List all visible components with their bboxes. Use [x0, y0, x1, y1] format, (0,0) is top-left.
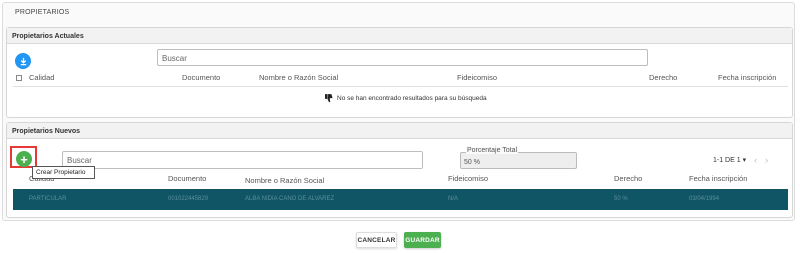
cell-documento: 001022445829	[168, 196, 209, 202]
page-title: PROPIETARIOS	[15, 9, 70, 16]
cancel-button[interactable]: CANCELAR	[356, 232, 397, 248]
page-range-select[interactable]: 1-1 DE 1 ▾	[713, 156, 746, 164]
cell-fecha: 03/04/1994	[689, 196, 720, 202]
percentage-value: 50 %	[464, 159, 480, 166]
empty-state: No se han encontrado resultados para su …	[325, 94, 487, 103]
plus-icon: +	[20, 151, 28, 167]
table-row[interactable]: PARTICULAR 001022445829 ALBA NIDIA CANO …	[13, 189, 788, 210]
cell-fideicomiso: N/A	[448, 196, 459, 202]
download-button[interactable]	[15, 53, 31, 69]
new-owners-search-input[interactable]: Buscar	[62, 151, 423, 169]
col-documento-new[interactable]: Documento	[168, 174, 206, 183]
col-fideicomiso-new[interactable]: Fideicomiso	[448, 174, 488, 183]
percentage-total-field: Porcentaje Total 50 %	[460, 147, 577, 169]
new-owners-panel: Propietarios Nuevos + Buscar Porcentaje …	[6, 122, 793, 218]
percentage-label: Porcentaje Total	[466, 147, 519, 154]
empty-message: No se han encontrado resultados para su …	[337, 95, 487, 102]
col-nombre[interactable]: Nombre o Razón Social	[259, 73, 338, 82]
header-divider	[13, 86, 788, 87]
current-owners-panel: Propietarios Actuales Buscar Calidad Doc…	[6, 27, 793, 118]
create-owner-tooltip: Crear Propietario	[32, 166, 95, 179]
cell-nombre: ALBA NIDIA CANO DE ALVAREZ	[245, 196, 335, 202]
next-page-icon[interactable]: ›	[765, 155, 768, 165]
download-icon	[20, 57, 26, 65]
col-documento[interactable]: Documento	[182, 73, 220, 82]
col-derecho[interactable]: Derecho	[649, 73, 677, 82]
new-owners-title: Propietarios Nuevos	[7, 123, 792, 139]
prev-page-icon[interactable]: ‹	[754, 155, 757, 165]
col-nombre-new[interactable]: Nombre o Razón Social	[245, 176, 324, 185]
current-owners-title: Propietarios Actuales	[7, 28, 792, 44]
cell-derecho: 50 %	[614, 196, 628, 202]
add-owner-button[interactable]: +	[16, 151, 32, 167]
thumb-down-icon	[325, 94, 333, 103]
pagination: 1-1 DE 1 ▾ ‹ ›	[713, 155, 768, 165]
select-all-checkbox[interactable]	[16, 75, 22, 81]
col-derecho-new[interactable]: Derecho	[614, 174, 642, 183]
save-button[interactable]: GUARDAR	[404, 232, 441, 248]
col-fecha-new[interactable]: Fecha inscripción	[689, 174, 747, 183]
col-calidad[interactable]: Calidad	[29, 73, 54, 82]
current-owners-search-input[interactable]: Buscar	[157, 49, 648, 66]
owners-container: PROPIETARIOS Propietarios Actuales Busca…	[2, 2, 795, 221]
col-fideicomiso[interactable]: Fideicomiso	[457, 73, 497, 82]
cell-calidad: PARTICULAR	[29, 196, 67, 202]
col-fecha[interactable]: Fecha inscripción	[718, 73, 776, 82]
